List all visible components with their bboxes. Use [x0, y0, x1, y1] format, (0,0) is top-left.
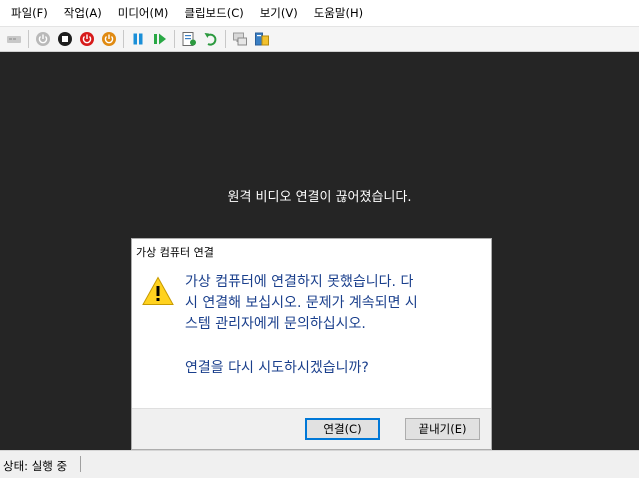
menu-help[interactable]: 도움말(H) [306, 0, 371, 26]
toolbar-separator [225, 30, 226, 48]
menu-file[interactable]: 파일(F) [0, 0, 56, 26]
disconnect-message: 원격 비디오 연결이 끊어졌습니다. [227, 190, 412, 205]
ctrl-alt-del-icon[interactable] [3, 28, 25, 50]
dialog-title: 가상 컴퓨터 연결 [136, 246, 214, 259]
enhanced-session-icon[interactable] [229, 28, 251, 50]
connect-button[interactable]: 연결(C) [305, 418, 380, 440]
reset-icon[interactable] [149, 28, 171, 50]
pause-icon[interactable] [127, 28, 149, 50]
warning-icon [142, 276, 174, 305]
menu-view[interactable]: 보기(V) [252, 0, 306, 26]
menu-clipboard[interactable]: 클립보드(C) [176, 0, 251, 26]
dialog-footer: 연결(C) 끝내기(E) [132, 408, 491, 449]
toolbar-separator [28, 30, 29, 48]
shut-down-icon[interactable] [76, 28, 98, 50]
share-icon[interactable] [251, 28, 273, 50]
toolbar [0, 26, 639, 52]
menu-media[interactable]: 미디어(M) [110, 0, 177, 26]
turn-off-icon[interactable] [54, 28, 76, 50]
menu-action[interactable]: 작업(A) [56, 0, 110, 26]
save-icon[interactable] [98, 28, 120, 50]
exit-button[interactable]: 끝내기(E) [405, 418, 480, 440]
dialog-question: 연결을 다시 시도하시겠습니까? [185, 360, 369, 376]
start-icon[interactable] [32, 28, 54, 50]
toolbar-separator [123, 30, 124, 48]
revert-icon[interactable] [200, 28, 222, 50]
toolbar-separator [174, 30, 175, 48]
dialog-message: 가상 컴퓨터에 연결하지 못했습니다. 다 시 연결해 보십시오. 문제가 계속… [185, 274, 418, 332]
status-divider [80, 456, 81, 472]
menu-bar: 파일(F) 작업(A) 미디어(M) 클립보드(C) 보기(V) 도움말(H) [0, 0, 639, 26]
status-bar: 상태: 실행 중 [0, 450, 639, 478]
connect-dialog: 가상 컴퓨터 연결 가상 컴퓨터에 연결하지 못했습니다. 다 시 연결해 보십… [131, 238, 492, 450]
checkpoint-icon[interactable] [178, 28, 200, 50]
status-text: 상태: 실행 중 [3, 459, 68, 473]
